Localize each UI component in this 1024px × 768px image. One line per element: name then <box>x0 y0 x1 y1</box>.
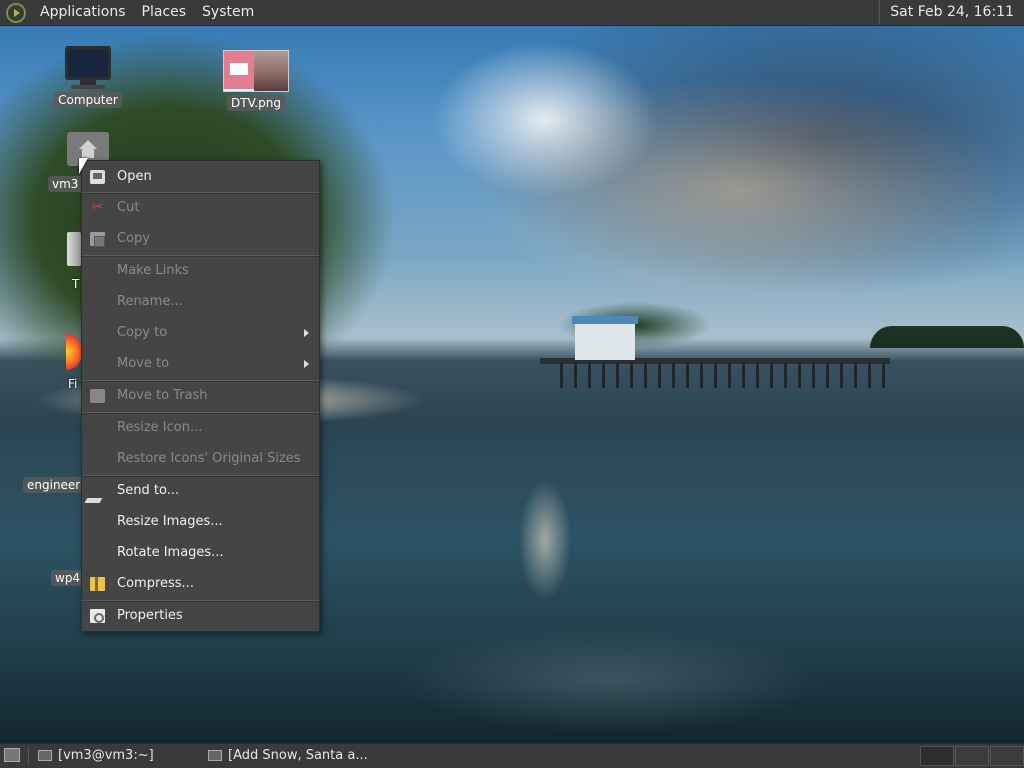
trash-icon[interactable] <box>67 232 81 266</box>
menu-item-rename[interactable]: Rename... <box>82 287 319 317</box>
submenu-arrow-icon <box>304 329 309 337</box>
menu-item-label: Properties <box>117 608 183 623</box>
menu-item-label: Resize Icon... <box>117 420 203 435</box>
menu-item-compress[interactable]: Compress... <box>82 569 319 599</box>
workspace-1[interactable] <box>920 746 954 766</box>
menu-item-label: Open <box>117 169 152 184</box>
copy-icon <box>90 232 105 247</box>
menu-item-move-to[interactable]: Move to <box>82 349 319 379</box>
terminal-window-icon <box>38 750 52 761</box>
menu-item-label: Make Links <box>117 263 189 278</box>
wallpaper-trees <box>540 296 730 354</box>
menu-item-cut[interactable]: ✂ Cut <box>82 193 319 223</box>
menu-item-copy-to[interactable]: Copy to <box>82 318 319 348</box>
desktop-icon-label-wp[interactable]: wp4 <box>51 570 85 586</box>
clock[interactable]: Sat Feb 24, 16:11 <box>879 0 1024 25</box>
distro-logo-icon[interactable] <box>6 2 26 23</box>
menu-item-label: Restore Icons' Original Sizes <box>117 451 301 466</box>
top-panel: Applications Places System Sat Feb 24, 1… <box>0 0 1024 26</box>
desktop-icon-label: Fi <box>68 377 78 391</box>
desktop-icon-label: vm3 <box>48 176 83 192</box>
panel-divider <box>28 746 29 766</box>
wallpaper-pier-posts <box>560 362 890 388</box>
image-thumbnail-icon <box>223 50 289 92</box>
menu-item-send-to[interactable]: Send to... <box>82 476 319 506</box>
menu-item-label: Resize Images... <box>117 514 223 529</box>
window-icon <box>208 750 222 761</box>
menu-item-label: Move to Trash <box>117 388 208 403</box>
desktop-icon-label-engineer[interactable]: engineer <box>23 477 85 493</box>
workspace-2[interactable] <box>955 746 989 766</box>
desktop-icon-label: Computer <box>54 92 122 108</box>
desktop-icon-computer[interactable]: Computer <box>52 46 124 108</box>
wallpaper-far-island <box>870 326 1024 348</box>
menu-item-label: Compress... <box>117 576 194 591</box>
taskbar-item-label: [vm3@vm3:~] <box>58 748 154 763</box>
show-desktop-icon[interactable] <box>4 748 20 762</box>
workspace-3[interactable] <box>990 746 1024 766</box>
menu-item-label: Cut <box>117 200 140 215</box>
send-icon <box>84 484 111 503</box>
desktop-icon-label: DTV.png <box>227 95 285 111</box>
taskbar-item-browser[interactable]: [Add Snow, Santa a... <box>202 746 372 766</box>
menu-places[interactable]: Places <box>134 0 195 25</box>
menu-item-label: Rotate Images... <box>117 545 224 560</box>
menu-item-open[interactable]: Open <box>82 162 319 192</box>
desktop-icon-dtv-png[interactable]: DTV.png <box>220 50 292 111</box>
menu-item-label: Rename... <box>117 294 183 309</box>
monitor-base <box>71 85 105 89</box>
menu-item-label: Send to... <box>117 483 180 498</box>
properties-icon <box>90 609 105 623</box>
archive-icon <box>90 577 105 591</box>
scissors-icon: ✂ <box>92 200 103 215</box>
desktop-icon-label: T <box>72 277 80 291</box>
menu-item-copy[interactable]: Copy <box>82 224 319 254</box>
menu-item-label: Copy <box>117 231 150 246</box>
menu-item-rotate-images[interactable]: Rotate Images... <box>82 538 319 568</box>
menu-item-resize-images[interactable]: Resize Images... <box>82 507 319 537</box>
menu-item-move-to-trash[interactable]: Move to Trash <box>82 381 319 411</box>
menu-item-make-links[interactable]: Make Links <box>82 256 319 286</box>
taskbar-item-terminal[interactable]: [vm3@vm3:~] <box>32 746 202 766</box>
menu-item-label: Move to <box>117 356 170 371</box>
open-icon <box>90 170 105 184</box>
menu-item-properties[interactable]: Properties <box>82 601 319 631</box>
context-menu: Open ✂ Cut Copy Make Links Rename... Cop… <box>81 160 320 632</box>
menu-applications[interactable]: Applications <box>32 0 134 25</box>
trash-icon <box>90 389 105 403</box>
wallpaper-hut <box>572 316 638 360</box>
bottom-panel: [vm3@vm3:~] [Add Snow, Santa a... <box>0 743 1024 768</box>
submenu-arrow-icon <box>304 360 309 368</box>
mouse-cursor-icon <box>79 158 88 174</box>
wallpaper-rocks <box>330 600 890 740</box>
wallpaper-reflection <box>505 470 585 620</box>
taskbar-item-label: [Add Snow, Santa a... <box>228 748 368 763</box>
computer-icon <box>65 46 111 80</box>
menu-item-resize-icon[interactable]: Resize Icon... <box>82 413 319 443</box>
menu-system[interactable]: System <box>194 0 262 25</box>
menu-item-label: Copy to <box>117 325 168 340</box>
menu-item-restore-icon-sizes[interactable]: Restore Icons' Original Sizes <box>82 444 319 474</box>
